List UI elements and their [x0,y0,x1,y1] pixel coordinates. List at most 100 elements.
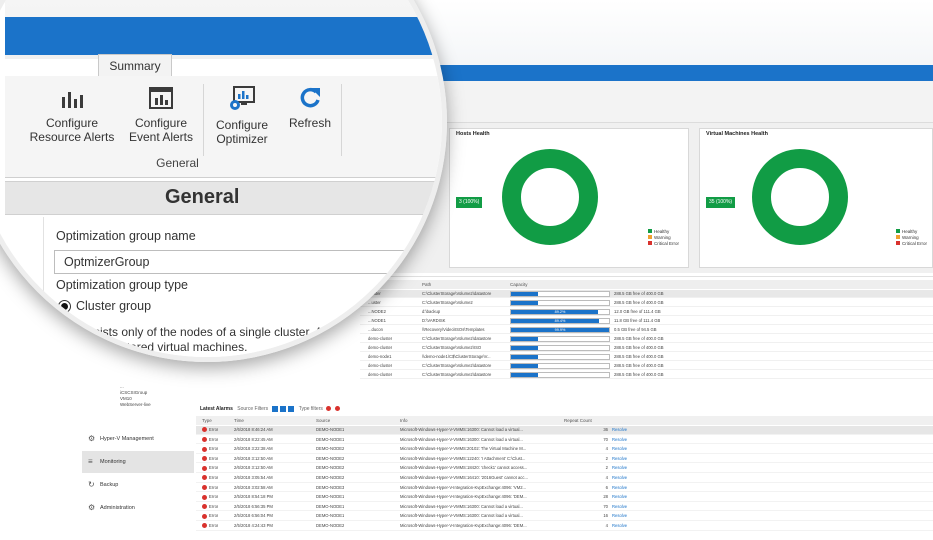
error-filter-icon[interactable] [334,406,340,412]
alarm-source: DEMO-NODE2 [316,465,345,471]
group-name-label: Optimization group name [56,229,196,243]
hosts-health-panel: Hosts Health 3 (100%) Healthy Warning Cr… [449,128,689,268]
filter-icon[interactable] [279,405,286,412]
alarm-row[interactable]: Error 2/6/2018 3:12:50 AM DEMO-NODE2 Micros… [196,455,933,464]
nav-item[interactable]: ⚙ Administration [82,497,194,519]
alarm-count: 4 [605,475,608,480]
error-icon [202,523,207,529]
ribbon-separator [203,84,204,156]
configure-event-alerts-button[interactable]: Configure Event Alerts [123,86,199,144]
nav-item[interactable]: ↻ Backup [82,474,194,496]
alarm-info: Microsoft-Windows-Hyper-V-VMMS:16410: '2… [400,475,528,480]
error-icon [202,427,207,433]
alarm-info: Microsoft-Windows-Hyper-V-VMMS:12240: 'I… [400,455,526,461]
section-title: General [165,186,240,208]
nav-item-label: Backup [100,482,119,488]
alarm-type: Error [209,523,219,528]
alarm-row[interactable]: Error 2/5/2018 4:24:43 PM DEMO-NODE2 Micros… [196,522,933,531]
resolve-link[interactable]: Resolve [612,445,627,453]
capacity-bar: 27.9% [510,363,610,369]
capacity-bar: 27.9% [510,372,610,378]
resolve-link[interactable]: Resolve [612,474,627,482]
alarms-table-header: Type Time Source Info Repeat Count [196,416,933,425]
capacity-percent: 27.9% [554,337,566,341]
storage-row[interactable]: ...NODE2d:\backup89.2%12.0 GB free of 11… [360,308,933,316]
alarm-type: Error [209,475,219,480]
alarm-row[interactable]: Error 2/6/2018 3:02:58 AM DEMO-NODE3 Micros… [196,484,933,493]
alarm-source: DEMO-NODE1 [316,494,345,500]
alarm-source: DEMO-NODE1 [316,427,345,432]
alarm-row[interactable]: Error 2/6/2018 8:46:24 AM DEMO-NODE1 Micros… [196,426,933,435]
resolve-link[interactable]: Resolve [612,512,627,520]
alarms-toolbar: Latest Alarms Source Filters Type filter… [196,402,933,416]
storage-free: 288.5 GB free of 400.0 GB [614,291,664,296]
storage-row[interactable]: ...usterC:\ClusterStorage\Volume2\datast… [360,290,933,298]
hosts-health-legend: Healthy Warning Critical Error [648,229,679,247]
resolve-link[interactable]: Resolve [612,503,627,511]
hosts-health-donut [502,149,598,245]
alarm-row[interactable]: Error 2/6/2018 3:05:54 AM DEMO-NODE2 Micros… [196,474,933,483]
capacity-percent: 99.9% [554,328,566,332]
button-label-line2: Resource Alerts [29,130,115,144]
resolve-link[interactable]: Resolve [612,484,627,492]
general-section-header: General [5,181,442,215]
filter-icon[interactable] [288,405,295,412]
storage-free: 288.5 GB free of 400.0 GB [614,354,664,359]
storage-row[interactable]: demo-clusterC:\ClusterStorage\Volume2\da… [360,335,933,343]
nav-item[interactable]: ⚙ Hyper-V Management [82,428,194,450]
alarm-info: Microsoft-Windows-Hyper-V-Integration-Kv… [400,523,527,528]
capacity-percent: 89.4% [554,319,566,323]
alarm-info: Microsoft-Windows-Hyper-V-Integration-Kv… [400,494,527,500]
storage-table-header: Path Capacity [360,280,933,289]
configure-resource-alerts-button[interactable]: Configure Resource Alerts [29,86,115,144]
alarm-row[interactable]: Error 2/5/2018 8:54:18 PM DEMO-NODE1 Micros… [196,493,933,502]
error-icon [202,456,207,462]
storage-row[interactable]: ...ducon\\Recovery\Video\ISOs\Templates9… [360,326,933,334]
storage-path: C:\ClusterStorage\Volume2\datastore [422,372,492,377]
storage-row[interactable]: ...usterC:\ClusterStorage\Volume227.9%28… [360,299,933,307]
vm-health-donut [752,149,848,245]
form-gutter [5,217,43,357]
resolve-link[interactable]: Resolve [612,436,627,444]
source-filters-label: Source Filters [237,406,269,412]
resolve-link[interactable]: Resolve [612,464,627,472]
alarm-row[interactable]: Error 2/6/2018 3:22:38 AM DEMO-NODE2 Micros… [196,445,933,454]
alarm-info: Microsoft-Windows-Hyper-V-VMMS:20102: Th… [400,446,527,452]
error-filter-icon[interactable] [326,406,332,412]
type-filters-label: Type filters [298,406,323,412]
monitoring-icon: ≡ [88,457,93,466]
cluster-group-radio[interactable] [58,300,71,313]
storage-free: 288.5 GB free of 400.0 GB [614,345,664,350]
alarm-info: Microsoft-Windows-Hyper-V-VMMS:16300: Ca… [400,427,523,432]
nav-item-label: Administration [100,505,135,511]
storage-row[interactable]: demo-clusterC:\ClusterStorage\Volume2\da… [360,362,933,370]
alarm-row[interactable]: Error 2/6/2018 3:12:50 AM DEMO-NODE2 Micros… [196,464,933,473]
resolve-link[interactable]: Resolve [612,426,627,434]
resolve-link[interactable]: Resolve [612,522,627,530]
tab-summary[interactable]: Summary [98,54,172,76]
storage-free: 288.5 GB free of 400.0 GB [614,363,664,368]
tree-item[interactable]: WebServer-live [120,402,151,408]
filter-icon[interactable] [271,405,278,412]
storage-row[interactable]: demo-node1\\demo-node1\C$\ClusterStorage… [360,353,933,361]
capacity-percent: 89.2% [554,310,566,314]
nav-item-label: Hyper-V Management [100,436,154,442]
configure-optimizer-button[interactable]: Configure Optimizer [207,86,277,146]
alarm-type: Error [209,427,219,432]
button-label-line1: Configure [45,116,99,130]
resolve-link[interactable]: Resolve [612,455,627,463]
nav-item[interactable]: ≡ Monitoring [82,451,194,473]
alarm-row[interactable]: Error 2/5/2018 6:56:04 PM DEMO-NODE1 Micros… [196,512,933,521]
storage-row[interactable]: demo-clusterC:\ClusterStorage\Volume2\IS… [360,344,933,352]
alarm-row[interactable]: Error 2/5/2018 6:56:35 PM DEMO-NODE1 Micros… [196,503,933,512]
alarm-time: 2/6/2018 3:12:50 AM [234,465,273,471]
resolve-link[interactable]: Resolve [612,493,627,501]
hosts-health-count: 3 (100%) [456,197,483,208]
refresh-button[interactable]: Refresh [285,86,335,130]
alarm-row[interactable]: Error 2/6/2018 8:22:45 AM DEMO-NODE1 Micros… [196,436,933,445]
storage-row[interactable]: ...NODE1D:\VARDISK89.4%11.8 GB free of 1… [360,317,933,325]
hosts-health-title: Hosts Health [456,131,490,137]
group-name-input[interactable]: OptmizerGroup [54,250,434,274]
alarm-count: 6 [605,484,608,490]
storage-row[interactable]: demo-clusterC:\ClusterStorage\Volume2\da… [360,371,933,379]
